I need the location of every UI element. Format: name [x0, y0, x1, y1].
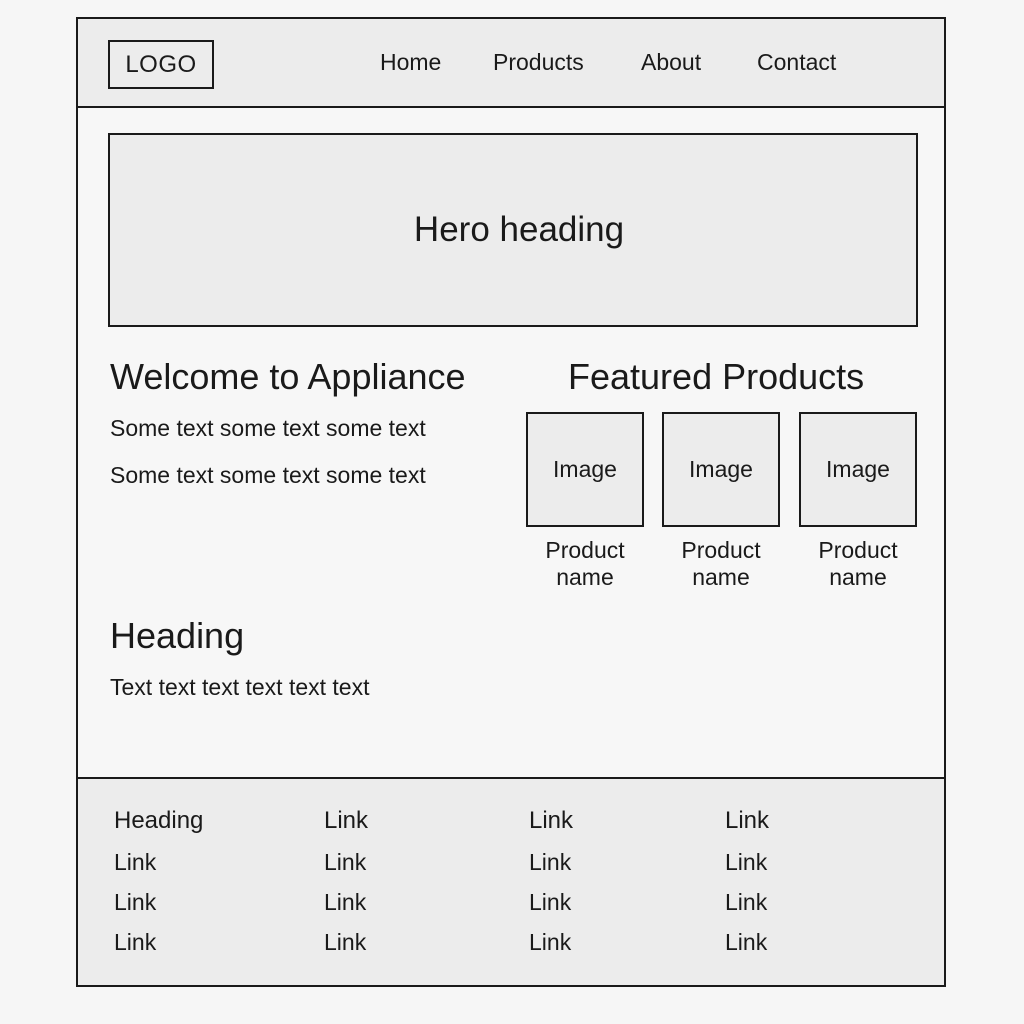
- footer-column: Heading Link Link Link: [114, 807, 203, 969]
- footer-link[interactable]: Link: [529, 929, 573, 969]
- footer-column-heading[interactable]: Link: [529, 807, 573, 835]
- product-name[interactable]: Product name: [526, 537, 644, 591]
- footer-link[interactable]: Link: [725, 929, 769, 969]
- nav-contact-link[interactable]: Contact: [757, 49, 836, 76]
- product-name[interactable]: Product name: [799, 537, 917, 591]
- footer-link[interactable]: Link: [114, 849, 203, 889]
- footer-link[interactable]: Link: [725, 849, 769, 889]
- footer-column: Link Link Link Link: [529, 807, 573, 969]
- welcome-text: Some text some text some text: [110, 415, 426, 441]
- site-header: LOGO Home Products About Contact: [78, 19, 944, 108]
- hero-banner: Hero heading: [108, 133, 918, 327]
- featured-products-title: Featured Products: [568, 356, 865, 397]
- nav-products-link[interactable]: Products: [493, 49, 584, 76]
- product-card[interactable]: Image Product name: [662, 412, 780, 591]
- logo[interactable]: LOGO: [108, 40, 214, 89]
- footer-column: Link Link Link Link: [725, 807, 769, 969]
- footer-link[interactable]: Link: [529, 889, 573, 929]
- product-image-placeholder[interactable]: Image: [662, 412, 780, 527]
- footer-link[interactable]: Link: [529, 849, 573, 889]
- nav-home-link[interactable]: Home: [380, 49, 441, 76]
- footer-link[interactable]: Link: [725, 889, 769, 929]
- product-image-placeholder[interactable]: Image: [799, 412, 917, 527]
- product-image-placeholder[interactable]: Image: [526, 412, 644, 527]
- footer-column-heading[interactable]: Link: [324, 807, 368, 835]
- page-frame: LOGO Home Products About Contact Hero he…: [76, 17, 946, 987]
- hero-heading: Hero heading: [413, 210, 625, 249]
- welcome-text: Some text some text some text: [110, 462, 426, 488]
- footer-link[interactable]: Link: [114, 929, 203, 969]
- section-heading: Heading: [110, 615, 245, 656]
- welcome-title: Welcome to Appliance: [110, 356, 466, 397]
- footer-link[interactable]: Link: [324, 889, 368, 929]
- footer-link[interactable]: Link: [324, 929, 368, 969]
- footer-link[interactable]: Link: [114, 889, 203, 929]
- site-footer: Heading Link Link Link Link Link Link Li…: [78, 777, 944, 985]
- product-name[interactable]: Product name: [662, 537, 780, 591]
- footer-link[interactable]: Link: [324, 849, 368, 889]
- nav-about-link[interactable]: About: [641, 49, 701, 76]
- footer-column-heading[interactable]: Link: [725, 807, 769, 835]
- product-card[interactable]: Image Product name: [799, 412, 917, 591]
- section-text: Text text text text text text: [110, 674, 370, 700]
- footer-column: Link Link Link Link: [324, 807, 368, 969]
- footer-column-heading: Heading: [114, 807, 204, 834]
- product-card[interactable]: Image Product name: [526, 412, 644, 591]
